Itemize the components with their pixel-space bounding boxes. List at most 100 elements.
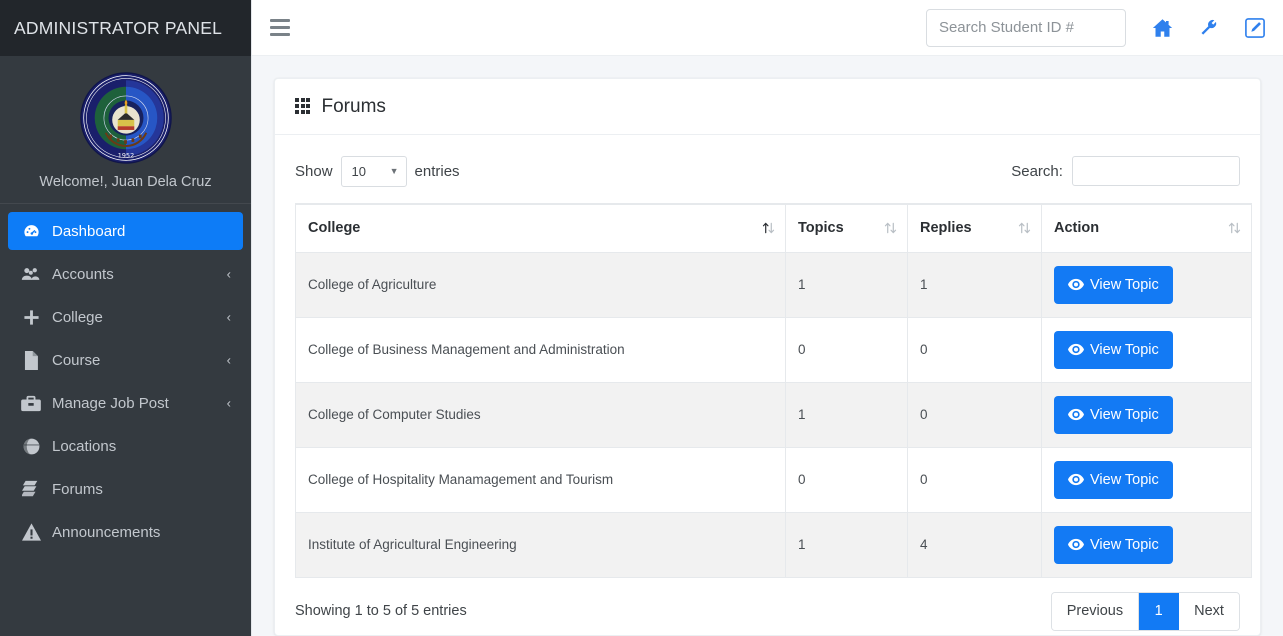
cell-replies: 0 (907, 446, 1042, 513)
sort-neutral-icon (1018, 221, 1031, 236)
cell-replies: 0 (907, 381, 1042, 448)
cell-action: View Topic (1041, 446, 1252, 513)
sidebar-item-label: Course (52, 351, 101, 369)
globe-icon (18, 436, 44, 456)
eye-icon (1068, 408, 1084, 421)
cell-college: College of Business Management and Admin… (295, 316, 786, 383)
sidebar-item-announcements[interactable]: Announcements (8, 513, 243, 551)
eye-icon (1068, 473, 1084, 486)
warning-icon (18, 522, 44, 542)
university-logo: 1952 (10, 72, 241, 164)
view-topic-label: View Topic (1090, 341, 1159, 358)
eye-icon (1068, 343, 1084, 356)
table-body: College of Agriculture 1 1 View Topic Colleg… (295, 251, 1252, 578)
view-topic-button[interactable]: View Topic (1054, 460, 1173, 499)
table-search-input[interactable] (1071, 156, 1240, 186)
column-header-college[interactable]: College (295, 203, 786, 253)
sidebar-item-label: Forums (52, 480, 103, 498)
column-header-action[interactable]: Action (1041, 203, 1252, 253)
pagination: Previous 1 Next (1050, 591, 1240, 631)
column-header-topics[interactable]: Topics (785, 203, 908, 253)
sidebar-user-panel: 1952 Welcome!, Juan Dela Cruz (0, 56, 251, 204)
table-info: Showing 1 to 5 of 5 entries (295, 603, 467, 619)
cell-replies: 4 (907, 511, 1042, 578)
column-header-label: Action (1054, 220, 1100, 237)
cell-college: College of Agriculture (295, 251, 786, 318)
view-topic-label: View Topic (1090, 471, 1159, 488)
cell-topics: 0 (785, 446, 908, 513)
page-title: Forums (321, 96, 386, 117)
cell-topics: 1 (785, 381, 908, 448)
search-student-input[interactable] (925, 8, 1126, 47)
cell-topics: 1 (785, 251, 908, 318)
forums-table: College Topics Replies Action College of… (295, 203, 1252, 578)
app-root: ADMINISTRATOR PANEL 1952 Welcome!, Juan … (0, 0, 1283, 636)
table-head: College Topics Replies Action (295, 203, 1252, 253)
table-search-control: Search: (1011, 156, 1240, 186)
sidebar-item-label: Manage Job Post (52, 394, 169, 412)
sidebar-item-label: Locations (52, 437, 117, 455)
welcome-text: Welcome!, Juan Dela Cruz (39, 174, 212, 190)
chevron-left-icon: ‹ (226, 395, 231, 411)
column-header-replies[interactable]: Replies (907, 203, 1042, 253)
home-icon[interactable] (1152, 18, 1173, 38)
view-topic-button[interactable]: View Topic (1054, 525, 1173, 564)
cell-replies: 0 (907, 316, 1042, 383)
hamburger-bar (270, 26, 290, 29)
pagination-button-1[interactable]: 1 (1139, 592, 1180, 630)
hamburger-icon[interactable] (268, 15, 294, 41)
cell-action: View Topic (1041, 316, 1252, 383)
wrench-icon[interactable] (1199, 18, 1219, 38)
sidebar-item-manage-job-post[interactable]: Manage Job Post ‹ (8, 384, 243, 422)
view-topic-label: View Topic (1090, 536, 1159, 553)
main-area: Forums Show 10 ▼ entries (252, 0, 1283, 636)
chevron-left-icon: ‹ (226, 352, 231, 368)
pagination-button-previous[interactable]: Previous (1051, 592, 1140, 630)
pagination-button-next[interactable]: Next (1179, 592, 1239, 630)
cell-topics: 0 (785, 316, 908, 383)
dashboard-icon (18, 221, 44, 241)
entries-label: entries (414, 162, 460, 180)
sidebar-item-accounts[interactable]: Accounts ‹ (8, 255, 243, 293)
plus-icon (18, 307, 44, 327)
column-header-label: College (308, 220, 361, 237)
view-topic-button[interactable]: View Topic (1054, 395, 1173, 434)
sidebar-item-college[interactable]: College ‹ (8, 298, 243, 336)
table-row: College of Agriculture 1 1 View Topic (295, 251, 1252, 318)
sort-ascending-icon (762, 221, 775, 236)
sidebar-item-dashboard[interactable]: Dashboard (8, 212, 243, 250)
cell-action: View Topic (1041, 511, 1252, 578)
sidebar-nav: Dashboard Accounts ‹ College ‹ Course ‹ … (0, 204, 251, 556)
cell-college: College of Computer Studies (295, 381, 786, 448)
eye-icon (1068, 278, 1084, 291)
page-length-select[interactable]: 10 ▼ (340, 155, 407, 187)
entries-length-control: Show 10 ▼ entries (295, 155, 460, 187)
view-topic-button[interactable]: View Topic (1054, 265, 1173, 304)
view-topic-label: View Topic (1090, 276, 1159, 293)
view-topic-button[interactable]: View Topic (1054, 330, 1173, 369)
cell-college: Institute of Agricultural Engineering (295, 511, 786, 578)
table-row: College of Computer Studies 1 0 View Topic (295, 381, 1252, 448)
cell-action: View Topic (1041, 381, 1252, 448)
sidebar-item-course[interactable]: Course ‹ (8, 341, 243, 379)
forums-card: Forums Show 10 ▼ entries Search: College… (274, 78, 1261, 636)
edit-square-icon[interactable] (1245, 17, 1265, 38)
eye-icon (1068, 538, 1084, 551)
topbar (252, 0, 1283, 56)
chevron-left-icon: ‹ (226, 309, 231, 325)
cell-college: College of Hospitality Manamagement and … (295, 446, 786, 513)
sidebar: ADMINISTRATOR PANEL 1952 Welcome!, Juan … (0, 0, 252, 636)
hamburger-bar (270, 19, 290, 22)
sort-neutral-icon (1228, 221, 1241, 236)
svg-text:1952: 1952 (117, 152, 133, 160)
search-label: Search: (1011, 162, 1063, 180)
chevron-left-icon: ‹ (226, 266, 231, 282)
cell-replies: 1 (907, 251, 1042, 318)
sidebar-brand[interactable]: ADMINISTRATOR PANEL (0, 0, 251, 56)
file-icon (18, 350, 44, 370)
users-icon (18, 264, 44, 284)
sidebar-item-forums[interactable]: Forums (8, 470, 243, 508)
sidebar-brand-text: ADMINISTRATOR PANEL (14, 17, 222, 38)
sidebar-item-locations[interactable]: Locations (8, 427, 243, 465)
table-controls: Show 10 ▼ entries Search: (295, 149, 1240, 193)
